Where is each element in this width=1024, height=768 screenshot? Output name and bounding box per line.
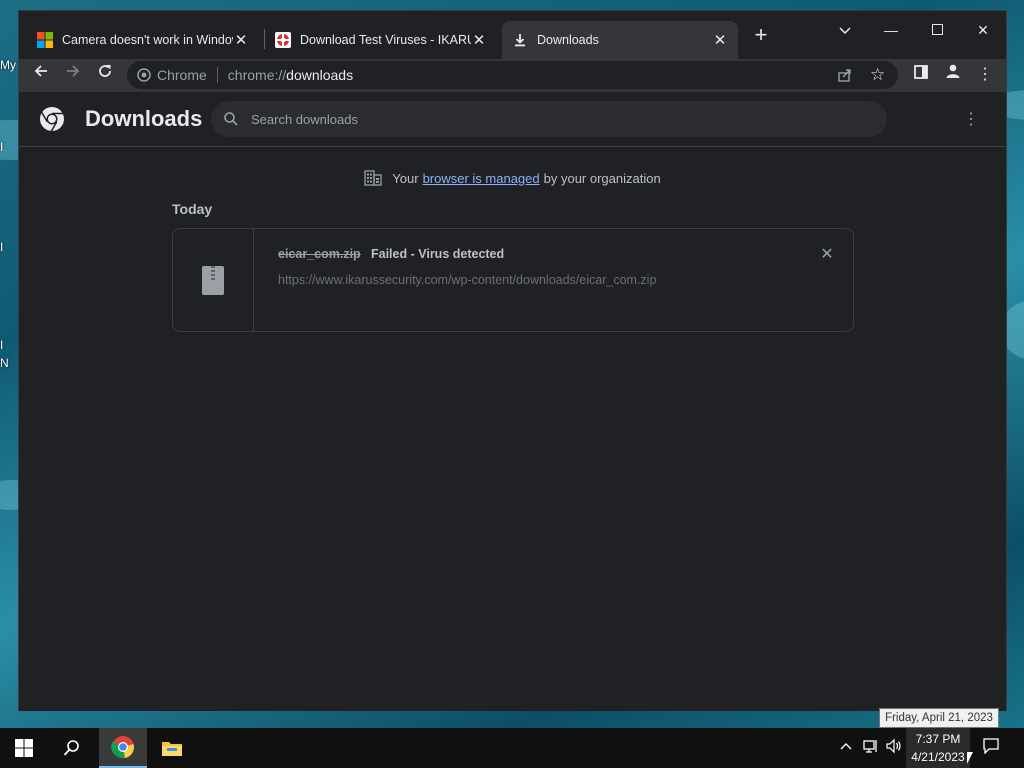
tab-title: Download Test Viruses - IKARUS (300, 33, 471, 47)
managed-prefix: Your (392, 170, 419, 186)
chrome-logo-icon (39, 106, 65, 132)
volume-icon[interactable] (886, 738, 902, 757)
desktop-label[interactable]: I (0, 240, 3, 254)
remove-from-list-icon[interactable]: ✕ (817, 245, 837, 265)
profile-icon[interactable] (941, 63, 965, 87)
clock-tooltip: Friday, April 21, 2023 (879, 708, 999, 728)
tab-title: Camera doesn't work in Windows (62, 33, 233, 47)
search-icon (223, 111, 239, 127)
zip-file-icon (202, 266, 224, 295)
date-heading: Today (172, 201, 213, 217)
system-clock[interactable]: 7:37 PM 4/21/2023 (906, 730, 970, 766)
desktop-label[interactable]: N (0, 356, 9, 370)
search-box[interactable] (211, 101, 887, 137)
chrome-taskbar-icon[interactable] (99, 728, 147, 768)
reload-icon[interactable] (93, 63, 117, 87)
show-hidden-icons[interactable] (840, 738, 852, 754)
tab-ikarus[interactable]: Download Test Viruses - IKARUS ✕ (265, 21, 497, 59)
clock-date: 4/21/2023 (911, 750, 965, 764)
notification-center-icon[interactable] (983, 738, 999, 757)
close-icon[interactable]: ✕ (471, 31, 487, 49)
search-taskbar-icon[interactable] (48, 728, 96, 768)
clock-time: 7:37 PM (915, 732, 961, 746)
download-icon (512, 32, 528, 48)
close-icon[interactable]: ✕ (712, 31, 728, 49)
downloads-page: Downloads ⋮ Your browser is managed by y… (19, 92, 1006, 711)
ikarus-icon (275, 32, 291, 48)
tab-strip: Camera doesn't work in Windows ✕ Downloa… (19, 11, 1006, 59)
download-item: eicar_com.zip Failed - Virus detected ht… (172, 228, 854, 332)
download-status: Failed - Virus detected (371, 247, 505, 261)
desktop-label[interactable]: I (0, 338, 3, 352)
file-icon-column (173, 229, 254, 331)
chrome-icon (137, 68, 151, 82)
page-title: Downloads (85, 106, 203, 131)
site-label: Chrome (157, 67, 207, 83)
managed-suffix: by your organization (543, 170, 661, 186)
menu-icon[interactable]: ⋮ (973, 63, 997, 87)
maximize-button[interactable] (914, 16, 960, 44)
tab-downloads[interactable]: Downloads ✕ (502, 21, 738, 59)
tab-search-icon[interactable] (822, 16, 868, 44)
share-icon[interactable] (837, 67, 853, 83)
network-icon[interactable] (863, 738, 879, 757)
microsoft-icon (37, 32, 53, 48)
more-actions-icon[interactable]: ⋮ (961, 110, 981, 130)
mouse-cursor (967, 752, 973, 764)
desktop-label[interactable]: I (0, 140, 3, 154)
file-name[interactable]: eicar_com.zip (278, 247, 361, 261)
minimize-button[interactable]: — (868, 16, 914, 44)
downloads-header: Downloads ⋮ (19, 92, 1006, 147)
file-explorer-icon[interactable] (148, 728, 196, 768)
search-input[interactable] (251, 111, 851, 127)
back-icon[interactable] (29, 63, 53, 87)
desktop-label[interactable]: My (0, 58, 16, 72)
start-button[interactable] (0, 728, 48, 768)
close-window-button[interactable]: ✕ (960, 16, 1006, 44)
new-tab-button[interactable]: + (751, 24, 771, 46)
file-url[interactable]: https://www.ikarussecurity.com/wp-conten… (278, 273, 656, 287)
forward-icon[interactable] (61, 63, 85, 87)
browser-toolbar: Chrome chrome://downloads ☆ ⋮ (19, 59, 1006, 92)
address-bar[interactable]: Chrome chrome://downloads ☆ (127, 61, 898, 89)
side-panel-icon[interactable] (909, 63, 933, 87)
managed-notice: Your browser is managed by your organiza… (19, 170, 1006, 186)
close-icon[interactable]: ✕ (233, 31, 249, 49)
tab-camera[interactable]: Camera doesn't work in Windows ✕ (27, 21, 259, 59)
url-text: chrome://downloads (227, 67, 354, 83)
managed-link[interactable]: browser is managed (423, 171, 540, 186)
building-icon (364, 170, 382, 186)
browser-window: Camera doesn't work in Windows ✕ Downloa… (18, 10, 1007, 711)
taskbar: 7:37 PM 4/21/2023 (0, 728, 1024, 768)
bookmark-star-icon[interactable]: ☆ (870, 65, 885, 85)
tab-title: Downloads (537, 33, 599, 47)
